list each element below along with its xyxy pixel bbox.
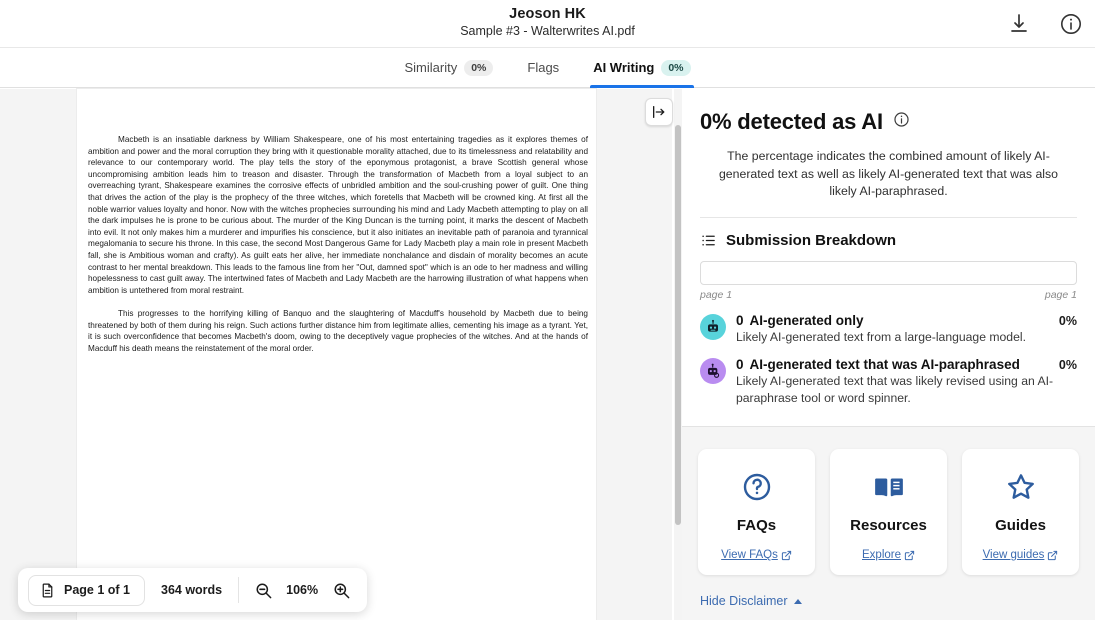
card-resources[interactable]: Resources Explore <box>830 449 947 575</box>
tab-flags[interactable]: Flags <box>527 48 559 88</box>
page-label-start: page 1 <box>700 288 733 301</box>
viewer-scrollbar-thumb[interactable] <box>675 125 681 525</box>
tab-flags-label: Flags <box>527 60 560 75</box>
tab-bar: Similarity 0% Flags AI Writing 0% <box>0 48 1095 88</box>
zoom-in-button[interactable] <box>325 574 358 606</box>
external-link-icon <box>1048 550 1058 560</box>
submission-breakdown-title: Submission Breakdown <box>726 231 897 249</box>
active-tab-indicator <box>590 84 694 88</box>
resource-cards-row: FAQs View FAQs Resources Explore Guides … <box>698 449 1080 575</box>
card-resources-link[interactable]: Explore <box>862 549 915 561</box>
page-label-end: page 1 <box>1044 288 1077 301</box>
detection-heading-row: 0% detected as AI <box>700 109 1077 135</box>
expand-panel-button[interactable] <box>645 98 673 126</box>
external-link-icon <box>904 550 915 560</box>
card-guides-link[interactable]: View guides <box>983 549 1059 561</box>
word-count-label: 364 words <box>161 583 223 597</box>
breakdown-item-ai-paraphrased[interactable]: 0 AI-generated text that was AI-paraphra… <box>700 357 1077 406</box>
document-filename: Sample #3 - Walterwrites AI.pdf <box>460 24 635 38</box>
breakdown-item-body: 0 AI-generated text that was AI-paraphra… <box>726 357 1077 406</box>
ai-detection-card: 0% detected as AI The percentage indicat… <box>682 89 1095 427</box>
document-page: Macbeth is an insatiable darkness by Wil… <box>77 89 596 620</box>
breakdown-item-percent: 0% <box>1058 358 1077 372</box>
chevron-up-icon <box>793 598 802 604</box>
download-icon[interactable] <box>1007 12 1031 36</box>
card-guides[interactable]: Guides View guides <box>962 449 1079 575</box>
breakdown-item-percent: 0% <box>1058 313 1077 328</box>
external-link-icon <box>781 550 791 560</box>
submission-breakdown-bar[interactable] <box>700 260 1077 285</box>
tab-ai-writing[interactable]: AI Writing 0% <box>590 48 694 88</box>
breakdown-item-title-row: 0 AI-generated text that was AI-paraphra… <box>736 357 1077 372</box>
zoom-out-button[interactable] <box>247 574 280 606</box>
card-guides-title: Guides <box>995 517 1046 534</box>
card-faqs-title: FAQs <box>736 517 777 534</box>
zoom-controls: 106% <box>239 574 358 606</box>
document-paragraph: This progresses to the horrifying killin… <box>88 308 588 353</box>
zoom-out-icon <box>256 582 272 598</box>
card-resources-title: Resources <box>850 517 927 534</box>
zoom-in-icon <box>334 582 350 598</box>
card-resources-link-label: Explore <box>862 549 901 561</box>
hide-disclaimer-button[interactable]: Hide Disclaimer <box>700 594 802 608</box>
question-circle-icon <box>743 473 770 501</box>
breakdown-item-count: 0 <box>736 312 744 328</box>
robot-paraphrase-icon <box>700 358 726 384</box>
tab-similarity-badge: 0% <box>464 59 494 76</box>
app-header: Jeoson HK Sample #3 - Walterwrites AI.pd… <box>0 0 1095 48</box>
breakdown-item-count: 0 <box>736 357 744 372</box>
breakdown-item-ai-generated-only[interactable]: 0 AI-generated only 0% Likely AI-generat… <box>700 313 1077 346</box>
tab-ai-writing-badge: 0% <box>661 59 691 76</box>
page-range-labels: page 1 page 1 <box>700 289 1077 301</box>
card-faqs-link[interactable]: View FAQs <box>721 549 792 561</box>
page-selector-button[interactable]: Page 1 of 1 <box>28 574 145 606</box>
ai-detection-description: The percentage indicates the combined am… <box>718 149 1059 198</box>
header-title-group: Jeoson HK Sample #3 - Walterwrites AI.pd… <box>0 5 1095 40</box>
list-icon <box>702 234 715 246</box>
card-faqs-link-label: View FAQs <box>721 549 778 561</box>
breakdown-item-body: 0 AI-generated only 0% Likely AI-generat… <box>726 313 1077 346</box>
page-indicator-label: Page 1 of 1 <box>64 583 130 597</box>
breakdown-item-label: AI-generated only <box>749 312 864 328</box>
hide-disclaimer-label: Hide Disclaimer <box>700 594 788 608</box>
open-book-icon <box>874 478 903 497</box>
section-divider <box>700 216 1077 218</box>
zoom-level-label: 106% <box>286 583 319 597</box>
breakdown-item-description: Likely AI-generated text from a large-la… <box>736 329 1026 344</box>
ai-writing-panel: 0% detected as AI The percentage indicat… <box>682 89 1095 620</box>
tab-similarity-label: Similarity <box>404 60 458 75</box>
submission-breakdown-heading: Submission Breakdown <box>700 232 1077 249</box>
robot-icon <box>700 313 726 340</box>
header-actions <box>1007 0 1083 48</box>
document-body: Macbeth is an insatiable darkness by Wil… <box>77 89 596 354</box>
document-viewer: Macbeth is an insatiable darkness by Wil… <box>0 89 672 620</box>
info-icon[interactable] <box>1059 12 1083 36</box>
card-guides-link-label: View guides <box>982 549 1045 561</box>
ai-detection-title: 0% detected as AI <box>700 109 883 134</box>
breakdown-item-label: AI-generated text that was AI-paraphrase… <box>749 357 1020 372</box>
card-faqs[interactable]: FAQs View FAQs <box>698 449 815 575</box>
document-owner: Jeoson HK <box>509 6 586 22</box>
viewer-bottom-toolbar: Page 1 of 1 364 words 106% <box>18 568 368 612</box>
info-icon[interactable] <box>893 111 910 133</box>
tab-similarity[interactable]: Similarity 0% <box>404 48 494 88</box>
breakdown-item-description: Likely AI-generated text that was likely… <box>736 374 1054 405</box>
star-icon <box>1007 474 1034 499</box>
breakdown-item-title-row: 0 AI-generated only 0% <box>736 313 1077 328</box>
expand-panel-icon <box>653 106 665 118</box>
document-page-icon <box>42 583 53 597</box>
tab-ai-writing-label: AI Writing <box>593 60 655 75</box>
document-paragraph: Macbeth is an insatiable darkness by Wil… <box>88 135 588 295</box>
